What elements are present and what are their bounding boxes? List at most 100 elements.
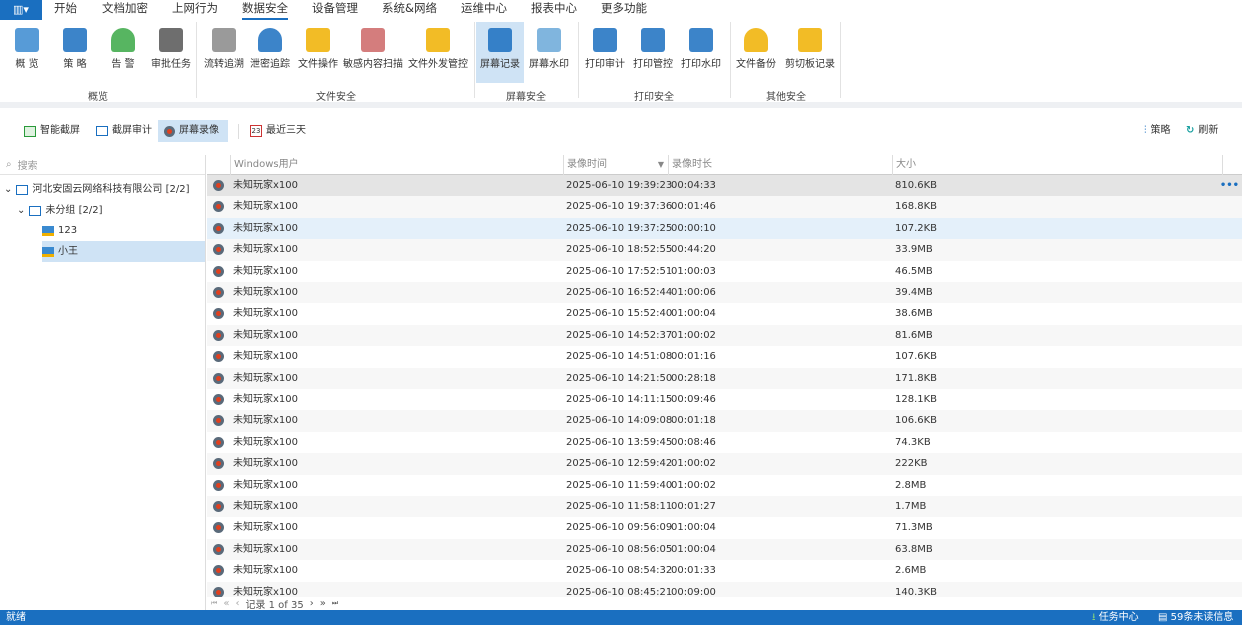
ribbon-button[interactable]: 文件外发管控 xyxy=(406,22,470,83)
ribbon-button[interactable]: 屏幕记录 xyxy=(476,22,524,83)
menu-tab[interactable]: 文档加密 xyxy=(102,0,148,20)
table-cell: 2025-06-10 19:37:25 xyxy=(566,222,673,234)
column-header-filler xyxy=(1222,155,1242,175)
unread-messages-button[interactable]: ▤ 59条未读信息 xyxy=(1158,610,1233,625)
policy-button[interactable]: ⫶ 策略 xyxy=(1138,120,1177,142)
column-header-user[interactable]: Windows用户 xyxy=(230,155,563,175)
table-cell: 2025-06-10 11:58:11 xyxy=(566,501,673,512)
record-icon xyxy=(213,244,224,256)
menu-tab[interactable]: 数据安全 xyxy=(242,0,288,20)
menu-tab[interactable]: 更多功能 xyxy=(601,0,647,20)
sliders-icon: ⫶ xyxy=(1144,125,1147,136)
app-menu-icon: ▥▾ xyxy=(13,3,29,16)
capture-audit-button[interactable]: 截屏审计 xyxy=(90,120,158,142)
chevron-down-icon[interactable]: ⌄ xyxy=(4,179,12,200)
table-cell: 74.3KB xyxy=(895,436,931,448)
table-row[interactable]: 未知玩家x100 2025-06-10 17:52:51 01:00:03 46.5M… xyxy=(207,261,1242,282)
ribbon-button[interactable]: 审批任务 xyxy=(148,22,194,83)
menu-tab[interactable]: 设备管理 xyxy=(312,0,358,20)
table-cell: 未知玩家x100 xyxy=(233,244,299,256)
table-cell: 00:01:16 xyxy=(671,351,716,363)
tree-node-group[interactable]: ⌄ 未分组 [2/2] xyxy=(17,200,102,221)
table-row[interactable]: 未知玩家x100 2025-06-10 14:52:37 01:00:02 81.6M… xyxy=(207,324,1242,347)
next-page-button[interactable]: › xyxy=(310,598,314,609)
sliders-icon xyxy=(63,28,87,52)
ribbon-button[interactable]: 文件操作 xyxy=(296,22,340,83)
table-row[interactable]: 未知玩家x100 2025-06-10 08:54:32 00:01:33 2.6MB xyxy=(207,560,1242,581)
menu-tab[interactable]: 运维中心 xyxy=(461,0,507,20)
table-cell: 未知玩家x100 xyxy=(233,394,299,405)
table-cell: 2025-06-10 08:56:05 xyxy=(566,543,673,555)
table-cell: 01:00:06 xyxy=(671,287,716,298)
tree-node-company[interactable]: ⌄ 河北安固云网络科技有限公司 [2/2] xyxy=(4,179,189,200)
table-row[interactable]: 未知玩家x100 2025-06-10 11:58:11 00:01:27 1.7MB xyxy=(207,496,1242,518)
menu-tab[interactable]: 开始 xyxy=(54,0,77,20)
table-row[interactable]: 未知玩家x100 2025-06-10 19:37:36 00:01:46 168.8… xyxy=(207,196,1242,218)
ribbon-button[interactable]: 告 警 xyxy=(102,22,144,83)
ribbon-button[interactable]: 流转追溯 xyxy=(201,22,247,83)
ribbon-button[interactable]: 打印管控 xyxy=(630,22,676,83)
ribbon-group-separator xyxy=(840,22,841,98)
document-a-icon xyxy=(689,28,713,52)
table-cell: 未知玩家x100 xyxy=(233,351,299,363)
ribbon-button[interactable]: 剪切板记录 xyxy=(782,22,838,83)
page-indicator: 记录 1 of 35 xyxy=(245,600,304,611)
tree-node-computer[interactable]: 123 xyxy=(42,220,77,241)
ribbon-group-label: 屏幕安全 xyxy=(506,92,546,103)
last-page-button[interactable]: ⏭ xyxy=(332,599,338,608)
screen-recording-button[interactable]: 屏幕录像 xyxy=(158,120,228,142)
table-row[interactable]: 未知玩家x100 2025-06-10 14:51:08 00:01:16 107.6… xyxy=(207,346,1242,367)
tree-search[interactable]: ⌕ 搜索 xyxy=(0,155,205,175)
search-input[interactable]: 搜索 xyxy=(18,157,38,172)
ribbon-button[interactable]: 概 览 xyxy=(4,22,50,83)
record-icon xyxy=(213,180,224,191)
menu-tab[interactable]: 报表中心 xyxy=(531,0,577,20)
table-row[interactable]: 未知玩家x100 2025-06-10 14:21:50 00:28:18 171.8… xyxy=(207,367,1242,389)
ribbon-button[interactable]: 文件备份 xyxy=(732,22,780,83)
column-header-size[interactable]: 大小 xyxy=(892,155,1222,175)
column-header-duration[interactable]: 录像时长 xyxy=(668,155,892,175)
task-center-button[interactable]: ⭳ 任务中心 xyxy=(1092,610,1139,625)
table-row[interactable]: 未知玩家x100 2025-06-10 19:37:25 00:00:10 107.2… xyxy=(207,217,1242,240)
network-icon xyxy=(16,184,29,195)
refresh-button[interactable]: ↻ 刷新 xyxy=(1180,120,1224,142)
table-row[interactable]: 未知玩家x100 2025-06-10 11:59:40 01:00:02 2.8MB xyxy=(207,475,1242,496)
table-row[interactable]: 未知玩家x100 2025-06-10 19:39:23 00:04:33 810.6… xyxy=(207,175,1242,197)
ribbon-button[interactable]: 打印审计 xyxy=(582,22,628,83)
status-bar: 就绪 ⭳ 任务中心 ▤ 59条未读信息 xyxy=(0,610,1242,625)
record-icon xyxy=(213,501,224,512)
menu-tab[interactable]: 系统&网络 xyxy=(382,0,437,20)
image-icon xyxy=(24,125,36,137)
more-actions-button[interactable]: ••• xyxy=(1220,175,1239,196)
table-row[interactable]: 未知玩家x100 2025-06-10 08:45:21 00:09:00 140.3… xyxy=(207,581,1242,597)
smart-capture-button[interactable]: 智能截屏 xyxy=(18,120,86,142)
table-row[interactable]: 未知玩家x100 2025-06-10 08:56:05 01:00:04 63.8M… xyxy=(207,538,1242,561)
ribbon-button[interactable]: 屏幕水印 xyxy=(526,22,572,83)
date-range-button[interactable]: 23 最近三天 xyxy=(244,120,312,142)
table-cell: 2025-06-10 15:52:40 xyxy=(566,308,673,320)
ribbon-divider xyxy=(0,102,1242,108)
chevron-down-icon[interactable]: ⌄ xyxy=(17,200,25,221)
next-page-group-button[interactable]: » xyxy=(320,598,326,609)
prev-page-group-button[interactable]: « xyxy=(223,598,229,609)
table-row[interactable]: 未知玩家x100 2025-06-10 09:56:09 01:00:04 71.3M… xyxy=(207,517,1242,538)
menu-tab[interactable]: 上网行为 xyxy=(172,0,218,20)
table-row[interactable]: 未知玩家x100 2025-06-10 14:09:08 00:01:18 106.6… xyxy=(207,410,1242,432)
table-row[interactable]: 未知玩家x100 2025-06-10 18:52:55 00:44:20 33.9M… xyxy=(207,239,1242,261)
record-icon xyxy=(164,125,175,137)
ribbon-button[interactable]: 泄密追踪 xyxy=(248,22,292,83)
column-header-time[interactable]: 录像时间 ▼ xyxy=(563,155,668,175)
ribbon-button[interactable]: 策 略 xyxy=(54,22,96,83)
first-page-button[interactable]: ⏮ xyxy=(211,599,217,608)
app-menu-button[interactable]: ▥▾ xyxy=(0,0,42,20)
table-row[interactable]: 未知玩家x100 2025-06-10 12:59:42 01:00:02 222KB xyxy=(207,453,1242,475)
table-row[interactable]: 未知玩家x100 2025-06-10 15:52:40 01:00:04 38.6M… xyxy=(207,303,1242,324)
ribbon-button[interactable]: 敏感内容扫描 xyxy=(342,22,404,83)
prev-page-button[interactable]: ‹ xyxy=(235,598,239,609)
table-row[interactable]: 未知玩家x100 2025-06-10 14:11:15 00:09:46 128.1… xyxy=(207,389,1242,410)
ribbon-button[interactable]: 打印水印 xyxy=(678,22,724,83)
search-icon: ⌕ xyxy=(6,159,12,170)
table-row[interactable]: 未知玩家x100 2025-06-10 16:52:44 01:00:06 39.4M… xyxy=(207,282,1242,304)
table-row[interactable]: 未知玩家x100 2025-06-10 13:59:45 00:08:46 74.3K… xyxy=(207,432,1242,453)
tree-node-computer-selected[interactable]: 小王 xyxy=(42,241,205,262)
